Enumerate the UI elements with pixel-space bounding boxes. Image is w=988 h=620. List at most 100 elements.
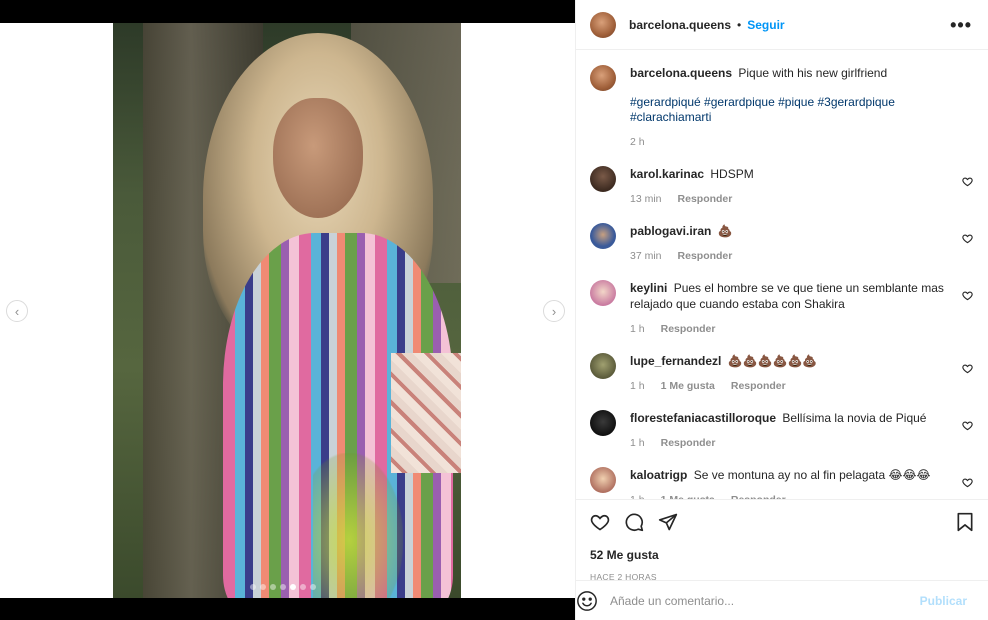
carousel-dot xyxy=(280,584,286,590)
comment-time: 1 h xyxy=(630,323,645,335)
comment-row: kaloatrigp Se ve montuna ay no al fin pe… xyxy=(590,467,975,499)
follow-button[interactable]: Seguir xyxy=(747,18,784,32)
commenter-username[interactable]: keylini xyxy=(630,281,667,295)
action-icons xyxy=(590,512,975,532)
comment-like-icon[interactable] xyxy=(962,420,973,431)
commenter-avatar[interactable] xyxy=(590,223,616,249)
commenter-avatar[interactable] xyxy=(590,166,616,192)
bookmark-icon[interactable] xyxy=(955,512,975,532)
post-header: barcelona.queens • Seguir ••• xyxy=(576,0,988,50)
comment-composer: Añade un comentario... Publicar xyxy=(576,580,988,620)
photo-face xyxy=(273,98,363,218)
post-media: ‹ › xyxy=(0,23,575,598)
reply-button[interactable]: Responder xyxy=(678,191,733,207)
commenter-username[interactable]: kaloatrigp xyxy=(630,468,687,482)
comment-meta: 13 min Responder xyxy=(630,191,950,207)
carousel-dot xyxy=(310,584,316,590)
reply-button[interactable]: Responder xyxy=(731,378,786,394)
comment-time: 37 min xyxy=(630,250,662,262)
comment-body: kaloatrigp Se ve montuna ay no al fin pe… xyxy=(630,467,950,499)
comment-body: karol.karinac HDSPM 13 min Responder xyxy=(630,166,950,207)
comment-time: 13 min xyxy=(630,193,662,205)
carousel-prev-button[interactable]: ‹ xyxy=(6,300,28,322)
carousel-dot xyxy=(290,584,296,590)
caption-body: barcelona.queens Pique with his new girl… xyxy=(630,65,950,150)
carousel-indicator xyxy=(250,584,316,590)
likes-count[interactable]: 52 Me gusta xyxy=(590,548,975,562)
comment-like-icon[interactable] xyxy=(962,176,973,187)
comment-thread: karol.karinac HDSPM 13 min Responder pab… xyxy=(590,166,975,499)
caption-hashtags[interactable]: #gerardpiqué #gerardpique #pique #3gerar… xyxy=(630,95,950,125)
carousel-dot xyxy=(260,584,266,590)
caption-avatar[interactable] xyxy=(590,65,616,91)
author-avatar[interactable] xyxy=(590,11,616,38)
comment-body: keylini Pues el hombre se ve que tiene u… xyxy=(630,280,950,337)
carousel-next-button[interactable]: › xyxy=(543,300,565,322)
carousel-dot xyxy=(270,584,276,590)
comment-like-icon[interactable] xyxy=(962,477,973,488)
comment-time: 1 h xyxy=(630,437,645,449)
comment-row: lupe_fernandezl 💩💩💩💩💩💩 1 h 1 Me gusta Re… xyxy=(590,353,975,394)
heart-icon[interactable] xyxy=(590,512,610,532)
commenter-username[interactable]: karol.karinac xyxy=(630,167,704,181)
comment-meta: 1 h 1 Me gusta Responder xyxy=(630,492,950,499)
comment-likes[interactable]: 1 Me gusta xyxy=(661,378,715,394)
reply-button[interactable]: Responder xyxy=(661,321,716,337)
caption-meta: 2 h xyxy=(630,134,950,150)
post-photo xyxy=(113,23,461,598)
commenter-avatar[interactable] xyxy=(590,280,616,306)
caption-text: Pique with his new girlfriend xyxy=(738,66,888,80)
comment-body: florestefaniacastilloroque Bellísima la … xyxy=(630,410,950,451)
comment-icon[interactable] xyxy=(624,512,644,532)
commenter-username[interactable]: florestefaniacastilloroque xyxy=(630,411,776,425)
post-actions: 52 Me gusta HACE 2 HORAS xyxy=(576,499,988,582)
commenter-avatar[interactable] xyxy=(590,353,616,379)
publish-button[interactable]: Publicar xyxy=(920,594,967,608)
caption-time: 2 h xyxy=(630,136,645,148)
comment-like-icon[interactable] xyxy=(962,363,973,374)
comments-list[interactable]: barcelona.queens Pique with his new girl… xyxy=(576,51,988,499)
comment-input[interactable]: Añade un comentario... xyxy=(610,594,920,608)
carousel-dot xyxy=(300,584,306,590)
carousel-dot xyxy=(250,584,256,590)
letterbox-bottom xyxy=(0,598,575,620)
comment-row: karol.karinac HDSPM 13 min Responder xyxy=(590,166,975,207)
commenter-username[interactable]: pablogavi.iran xyxy=(630,224,711,238)
share-icon[interactable] xyxy=(658,512,678,532)
emoji-icon[interactable] xyxy=(576,590,598,612)
comment-meta: 1 h 1 Me gusta Responder xyxy=(630,378,950,394)
post-side-panel: barcelona.queens • Seguir ••• barcelona.… xyxy=(575,0,988,620)
post-caption: barcelona.queens Pique with his new girl… xyxy=(590,65,975,150)
comment-meta: 1 h Responder xyxy=(630,321,950,337)
caption-username[interactable]: barcelona.queens xyxy=(630,66,732,80)
comment-meta: 1 h Responder xyxy=(630,435,950,451)
reply-button[interactable]: Responder xyxy=(678,248,733,264)
comment-time: 1 h xyxy=(630,380,645,392)
commenter-avatar[interactable] xyxy=(590,467,616,493)
author-username[interactable]: barcelona.queens xyxy=(629,18,731,32)
commenter-avatar[interactable] xyxy=(590,410,616,436)
comment-row: keylini Pues el hombre se ve que tiene u… xyxy=(590,280,975,337)
reply-button[interactable]: Responder xyxy=(731,492,786,499)
comment-text: Pues el hombre se ve que tiene un sembla… xyxy=(630,281,944,311)
comment-text: 💩 xyxy=(717,224,733,238)
comment-text: HDSPM xyxy=(710,167,754,181)
comment-text: Se ve montuna ay no al fin pelagata 😂😂😂 xyxy=(693,468,931,482)
photo-plant xyxy=(313,453,403,598)
comment-text: Bellísima la novia de Piqué xyxy=(782,411,927,425)
comment-body: lupe_fernandezl 💩💩💩💩💩💩 1 h 1 Me gusta Re… xyxy=(630,353,950,394)
comment-body: pablogavi.iran 💩 37 min Responder xyxy=(630,223,950,264)
comment-like-icon[interactable] xyxy=(962,233,973,244)
comment-row: pablogavi.iran 💩 37 min Responder xyxy=(590,223,975,264)
reply-button[interactable]: Responder xyxy=(661,435,716,451)
letterbox-top xyxy=(0,0,575,23)
more-options-icon[interactable]: ••• xyxy=(950,15,972,36)
comment-likes[interactable]: 1 Me gusta xyxy=(661,492,715,499)
comment-time: 1 h xyxy=(630,492,645,499)
separator-dot: • xyxy=(737,17,742,32)
comment-text: 💩💩💩💩💩💩 xyxy=(727,354,818,368)
comment-like-icon[interactable] xyxy=(962,290,973,301)
commenter-username[interactable]: lupe_fernandezl xyxy=(630,354,721,368)
comment-meta: 37 min Responder xyxy=(630,248,950,264)
comment-row: florestefaniacastilloroque Bellísima la … xyxy=(590,410,975,451)
